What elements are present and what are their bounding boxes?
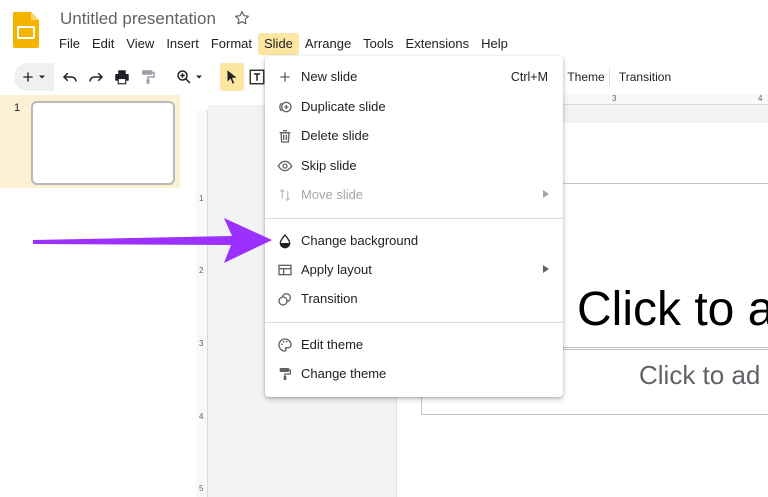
transition-icon: [276, 290, 294, 308]
google-slides-logo[interactable]: [13, 12, 39, 48]
menu-item-label: Delete slide: [301, 128, 369, 143]
menu-separator: [265, 218, 563, 219]
paint-format-icon: [142, 70, 155, 84]
background-drop-icon: [276, 232, 294, 250]
title-placeholder-text[interactable]: Click to a: [577, 282, 768, 337]
trash-icon: [276, 127, 294, 145]
menu-item-label: Change theme: [301, 366, 387, 381]
menu-view[interactable]: View: [120, 33, 160, 55]
horizontal-ruler: 3 4: [560, 94, 768, 105]
menu-item-label: Duplicate slide: [301, 99, 386, 114]
redo-icon: [89, 72, 104, 82]
slide-menu-dropdown: New slide Ctrl+M Duplicate slide Delete …: [265, 56, 563, 397]
menu-item-apply-layout[interactable]: Apply layout: [265, 255, 563, 284]
plus-icon: [23, 72, 33, 82]
redo-button[interactable]: [85, 63, 107, 91]
plus-icon: [276, 68, 294, 86]
document-title[interactable]: Untitled presentation: [60, 9, 216, 29]
menu-item-label: Change background: [301, 233, 419, 248]
ruler-number: 4: [199, 412, 204, 421]
move-icon: [276, 186, 294, 204]
paint-format-button[interactable]: [137, 63, 159, 91]
select-tool-button[interactable]: [220, 63, 244, 91]
menu-item-change-background[interactable]: Change background: [265, 226, 563, 255]
eye-icon: [276, 157, 294, 175]
ruler-number: 1: [199, 194, 204, 203]
menu-item-delete-slide[interactable]: Delete slide: [265, 121, 563, 150]
menu-item-label: Apply layout: [301, 262, 372, 277]
menu-format[interactable]: Format: [205, 33, 258, 55]
ruler-number: 5: [199, 484, 204, 493]
menu-help[interactable]: Help: [475, 33, 514, 55]
theme-button[interactable]: Theme: [566, 63, 606, 91]
menu-item-duplicate-slide[interactable]: Duplicate slide: [265, 92, 563, 121]
ruler-number: 3: [199, 339, 204, 348]
submenu-arrow-icon: [543, 265, 549, 273]
menu-file[interactable]: File: [53, 33, 86, 55]
new-slide-button[interactable]: [14, 63, 54, 91]
zoom-icon: [177, 70, 191, 84]
layout-icon: [276, 261, 294, 279]
print-button[interactable]: [111, 63, 133, 91]
menu-bar: File Edit View Insert Format Slide Arran…: [53, 33, 514, 55]
menu-item-new-slide[interactable]: New slide Ctrl+M: [265, 62, 563, 91]
submenu-arrow-icon: [543, 190, 549, 198]
ruler-number: 3: [612, 94, 617, 103]
menu-item-skip-slide[interactable]: Skip slide: [265, 151, 563, 180]
slide-thumbnail[interactable]: [31, 101, 175, 185]
text-box-button[interactable]: [247, 63, 267, 91]
slide-number: 1: [14, 102, 21, 114]
ruler-number: 2: [199, 266, 204, 275]
zoom-button[interactable]: [172, 63, 208, 91]
menu-item-shortcut: Ctrl+M: [510, 69, 548, 84]
menu-arrange[interactable]: Arrange: [299, 33, 357, 55]
print-icon: [115, 70, 129, 85]
duplicate-icon: [276, 98, 294, 116]
menu-extensions[interactable]: Extensions: [400, 33, 476, 55]
menu-item-change-theme[interactable]: Change theme: [265, 359, 563, 388]
palette-icon: [276, 336, 294, 354]
menu-item-transition[interactable]: Transition: [265, 284, 563, 313]
star-icon[interactable]: [233, 9, 251, 27]
transition-button[interactable]: Transition: [617, 63, 673, 91]
undo-button[interactable]: [59, 63, 81, 91]
menu-tools[interactable]: Tools: [357, 33, 399, 55]
menu-item-edit-theme[interactable]: Edit theme: [265, 330, 563, 359]
subtitle-placeholder-text[interactable]: Click to ad: [639, 360, 760, 391]
chevron-down-icon: [39, 75, 45, 79]
menu-item-label: Move slide: [301, 187, 364, 202]
paint-roller-icon: [276, 365, 294, 383]
vertical-ruler: 1 2 3 4 5: [196, 110, 208, 497]
pointer-icon: [227, 70, 237, 84]
menu-slide[interactable]: Slide: [258, 33, 299, 55]
menu-item-label: Skip slide: [301, 158, 357, 173]
menu-insert[interactable]: Insert: [160, 33, 205, 55]
ruler-number: 4: [758, 94, 763, 103]
filmstrip: 1: [0, 95, 196, 497]
menu-separator: [265, 322, 563, 323]
toolbar-divider: [609, 68, 610, 86]
undo-icon: [62, 72, 77, 82]
chevron-down-icon: [196, 75, 202, 79]
menu-item-label: New slide: [301, 69, 358, 84]
menu-item-move-slide[interactable]: Move slide: [265, 180, 563, 209]
menu-item-label: Transition: [301, 291, 358, 306]
menu-item-label: Edit theme: [301, 337, 364, 352]
text-box-icon: [249, 69, 265, 85]
menu-edit[interactable]: Edit: [86, 33, 120, 55]
